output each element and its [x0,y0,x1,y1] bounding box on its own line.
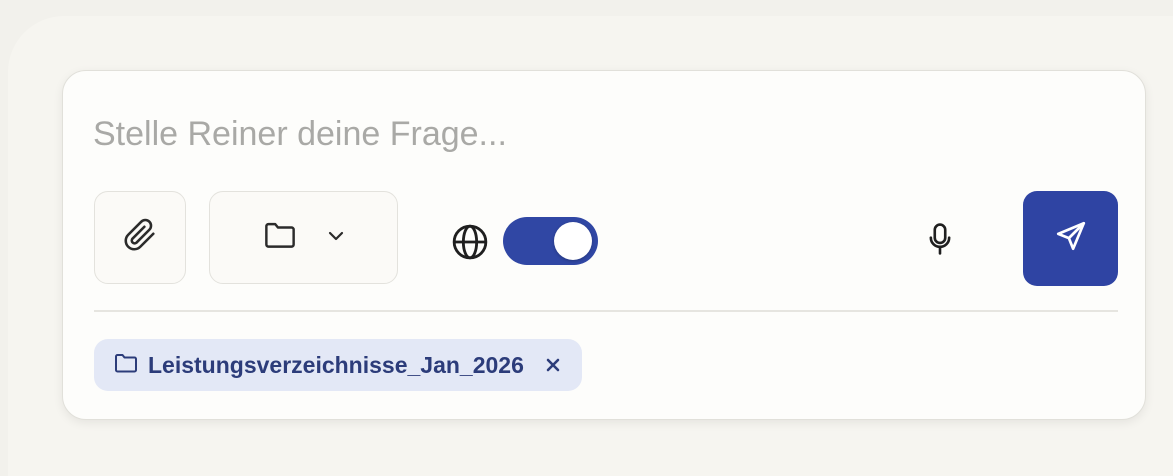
folder-icon [114,352,138,379]
chevron-down-icon [327,229,345,247]
send-icon [1054,219,1088,258]
toggle-knob [554,222,592,260]
send-button[interactable] [1023,191,1118,286]
folder-select-button[interactable] [209,191,398,284]
paperclip-icon [123,218,157,257]
selected-folder-chip: Leistungsverzeichnisse_Jan_2026 [94,339,582,391]
folder-icon [263,220,297,255]
close-icon[interactable] [542,354,564,376]
web-search-toggle[interactable] [503,217,598,265]
composer-divider [94,310,1118,312]
chat-composer: Leistungsverzeichnisse_Jan_2026 [62,70,1146,420]
voice-input-button[interactable] [918,219,962,263]
folder-chip-label: Leistungsverzeichnisse_Jan_2026 [148,351,524,378]
attach-file-button[interactable] [94,191,186,284]
prompt-input[interactable] [93,109,993,159]
microphone-icon [927,222,953,261]
globe-icon [451,223,489,261]
